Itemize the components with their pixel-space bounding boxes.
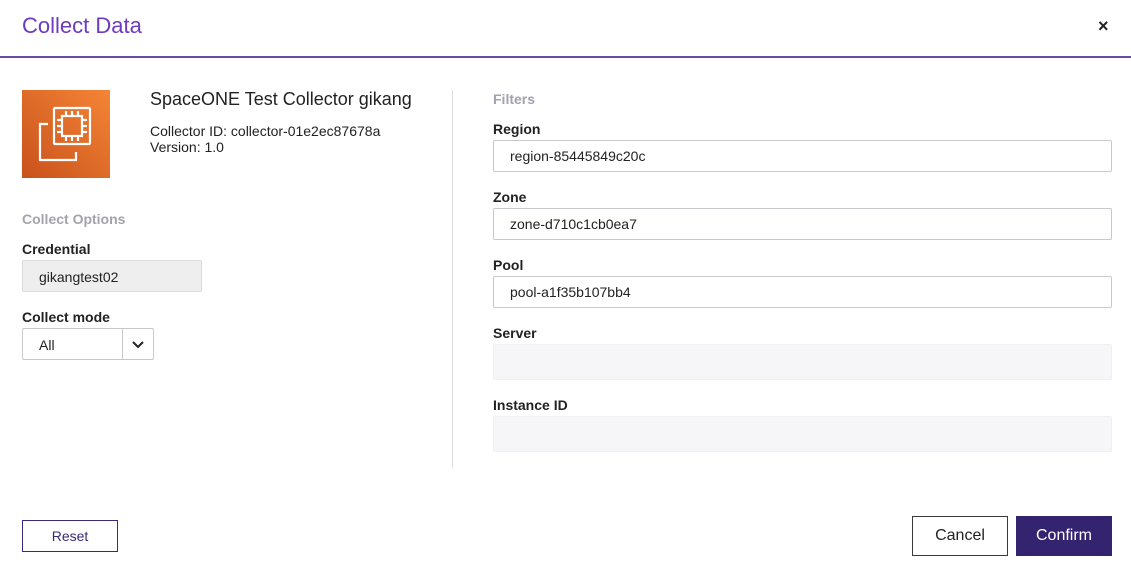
server-label: Server: [493, 325, 537, 341]
credential-field: gikangtest02: [22, 260, 202, 292]
select-divider: [122, 329, 123, 359]
chevron-down-icon[interactable]: [131, 338, 145, 352]
credential-label: Credential: [22, 241, 91, 257]
collect-mode-label: Collect mode: [22, 309, 110, 325]
pool-label: Pool: [493, 257, 524, 273]
instance-id-input[interactable]: [493, 416, 1112, 452]
collect-mode-value: All: [39, 337, 55, 353]
region-input[interactable]: region-85445849c20c: [493, 140, 1112, 172]
cancel-button[interactable]: Cancel: [912, 516, 1008, 556]
confirm-button[interactable]: Confirm: [1016, 516, 1112, 556]
collector-id: Collector ID: collector-01e2ec87678a: [150, 123, 381, 139]
instance-id-label: Instance ID: [493, 397, 568, 413]
filters-heading: Filters: [493, 91, 536, 107]
server-input[interactable]: [493, 344, 1112, 380]
collect-options-heading: Collect Options: [22, 211, 126, 227]
collector-name: SpaceONE Test Collector gikang: [150, 89, 412, 109]
reset-button[interactable]: Reset: [22, 520, 118, 552]
close-icon[interactable]: ×: [1098, 16, 1109, 36]
zone-label: Zone: [493, 189, 527, 205]
modal-title: Collect Data: [22, 13, 142, 38]
collect-mode-select[interactable]: All: [22, 328, 154, 360]
pool-input[interactable]: pool-a1f35b107bb4: [493, 276, 1112, 308]
collector-logo: [22, 90, 110, 178]
chip-copy-icon: [38, 106, 92, 162]
column-divider: [452, 90, 453, 468]
modal-header: Collect Data ×: [0, 0, 1131, 58]
region-label: Region: [493, 121, 541, 137]
collector-version: Version: 1.0: [150, 139, 224, 155]
zone-input[interactable]: zone-d710c1cb0ea7: [493, 208, 1112, 240]
